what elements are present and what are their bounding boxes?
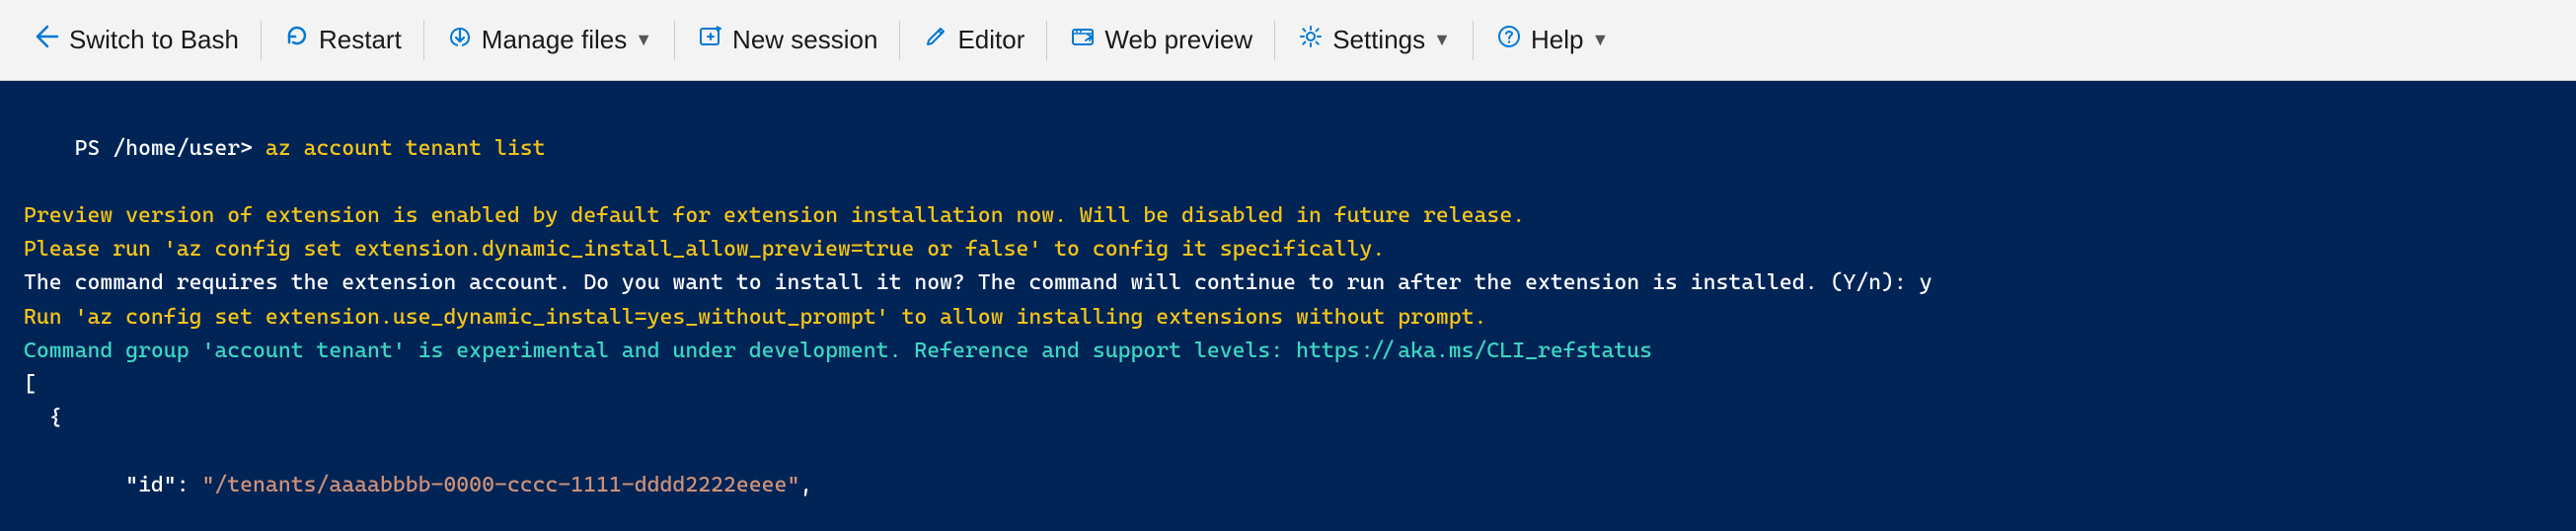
switch-bash-icon [34,23,61,57]
settings-chevron-icon: ▼ [1433,30,1451,50]
editor-button[interactable]: Editor [904,0,1042,80]
divider-6 [1274,21,1275,60]
prompt-line: PS /home/user> az account tenant list [24,99,2552,199]
new-session-button[interactable]: New session [679,0,895,80]
switch-bash-button[interactable]: Switch to Bash [16,0,257,80]
divider-5 [1046,21,1047,60]
output-line-6: [ [24,368,2552,402]
manage-files-label: Manage files [482,25,627,55]
editor-label: Editor [957,25,1024,55]
help-label: Help [1531,25,1583,55]
output-line-8a: "id": "/tenants/aaaabbbb-0000-cccc-1111-… [24,435,2552,531]
output-line-3: The command requires the extension accou… [24,266,2552,300]
output-line-2: Please run 'az config set extension.dyna… [24,233,2552,266]
toolbar: Switch to Bash Restart Manage files ▼ [0,0,2576,81]
web-preview-button[interactable]: Web preview [1051,0,1270,80]
editor-icon [922,23,949,57]
restart-icon [283,23,311,57]
divider-7 [1473,21,1474,60]
manage-files-button[interactable]: Manage files ▼ [428,0,670,80]
divider-3 [674,21,675,60]
restart-label: Restart [319,25,402,55]
settings-label: Settings [1332,25,1425,55]
divider-2 [423,21,424,60]
help-button[interactable]: Help ▼ [1477,0,1627,80]
manage-files-chevron-icon: ▼ [635,30,652,50]
web-preview-label: Web preview [1104,25,1252,55]
terminal[interactable]: PS /home/user> az account tenant list Pr… [0,81,2576,531]
divider-4 [899,21,900,60]
help-chevron-icon: ▼ [1591,30,1609,50]
help-icon [1495,23,1523,57]
web-preview-icon [1069,23,1097,57]
settings-icon [1297,23,1325,57]
settings-button[interactable]: Settings ▼ [1279,0,1469,80]
restart-button[interactable]: Restart [265,0,419,80]
output-line-5: Command group 'account tenant' is experi… [24,335,2552,368]
manage-files-icon [446,23,474,57]
output-line-4: Run 'az config set extension.use_dynamic… [24,301,2552,335]
switch-bash-label: Switch to Bash [69,25,239,55]
new-session-icon [697,23,724,57]
output-line-1: Preview version of extension is enabled … [24,199,2552,233]
divider-1 [261,21,262,60]
new-session-label: New session [732,25,877,55]
output-line-7: { [24,402,2552,435]
